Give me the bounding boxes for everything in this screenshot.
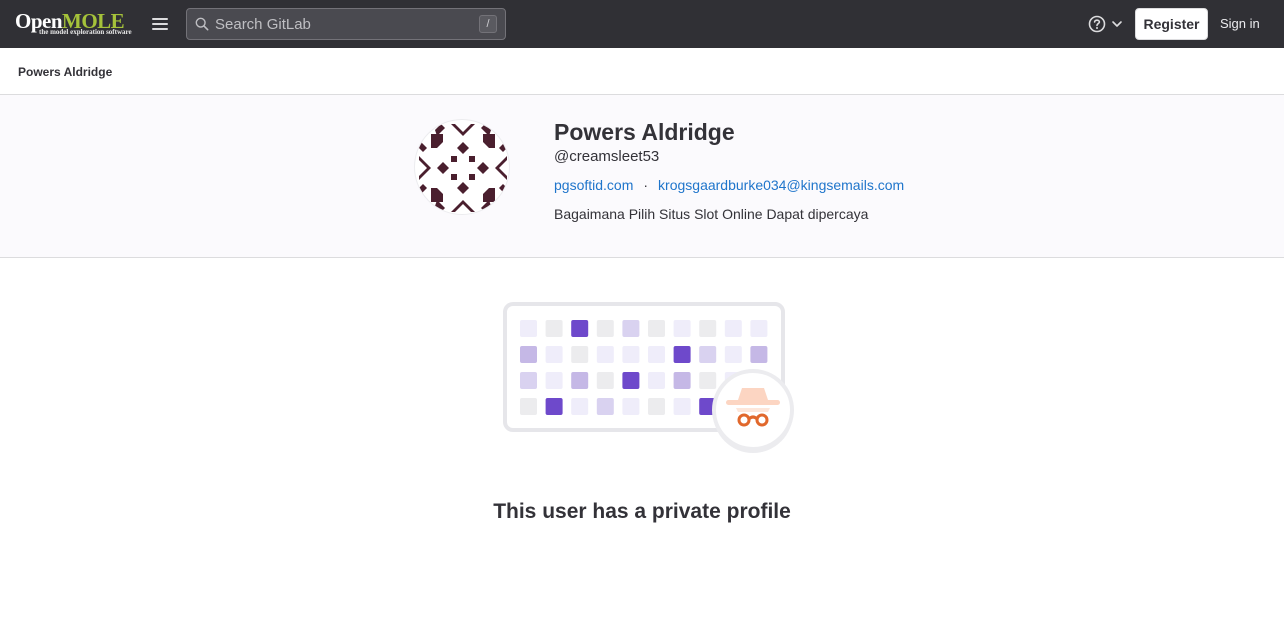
logo-tagline: the model exploration software [39, 28, 132, 36]
grid-cell [571, 346, 589, 363]
grid-cell [622, 320, 640, 337]
website-link[interactable]: pgsoftid.com [554, 177, 633, 193]
grid-cell [571, 372, 589, 389]
help-dropdown[interactable] [1087, 14, 1127, 34]
profile-header: Powers Aldridge @creamsleet53 pgsoftid.c… [0, 95, 1284, 258]
help-icon [1088, 15, 1122, 33]
search-box[interactable]: Search GitLab / [186, 8, 506, 40]
top-navbar: OpenMOLE the model exploration software … [0, 0, 1284, 48]
grid-cell [673, 372, 691, 389]
grid-cell [673, 398, 691, 415]
profile-username: @creamsleet53 [554, 148, 660, 165]
grid-cell [699, 320, 717, 337]
grid-cell [673, 346, 691, 363]
avatar [414, 119, 510, 215]
link-separator: · [643, 177, 649, 193]
openmole-logo[interactable]: OpenMOLE the model exploration software [15, 9, 132, 37]
profile-name: Powers Aldridge [554, 119, 735, 145]
grid-cell [648, 398, 665, 415]
grid-cell [673, 320, 691, 337]
grid-cell [571, 320, 589, 337]
grid-cell [545, 372, 563, 389]
grid-cell [750, 320, 768, 337]
grid-cell [622, 398, 640, 415]
grid-cell [545, 320, 563, 337]
grid-cell [596, 398, 614, 415]
grid-cell [596, 320, 614, 337]
profile-bio: Bagaimana Pilih Situs Slot Online Dapat … [554, 206, 869, 222]
register-button[interactable]: Register [1135, 8, 1208, 40]
grid-cell [520, 398, 537, 415]
breadcrumb[interactable]: Powers Aldridge [18, 65, 112, 79]
grid-cell [622, 372, 640, 389]
search-input[interactable]: Search GitLab [215, 16, 311, 33]
grid-cell [571, 398, 589, 415]
email-link[interactable]: krogsgaardburke034@kingsemails.com [658, 177, 904, 193]
grid-cell [648, 372, 665, 389]
grid-cell [622, 346, 640, 363]
grid-cell [648, 346, 665, 363]
grid-cell [545, 398, 563, 415]
breadcrumb-bar: Powers Aldridge [0, 48, 1284, 95]
hamburger-menu-icon[interactable] [146, 10, 174, 38]
grid-cell [724, 346, 742, 363]
grid-cell [699, 346, 717, 363]
grid-cell [648, 320, 665, 337]
private-profile-illustration [500, 298, 800, 460]
search-shortcut-hint: / [479, 15, 497, 33]
grid-cell [545, 346, 563, 363]
grid-cell [596, 346, 614, 363]
signin-link[interactable]: Sign in [1220, 16, 1260, 31]
search-icon [195, 17, 209, 31]
grid-cell [520, 372, 537, 389]
grid-cell [596, 372, 614, 389]
grid-cell [750, 346, 768, 363]
grid-cell [520, 346, 537, 363]
grid-cell [724, 320, 742, 337]
private-profile-title: This user has a private profile [493, 500, 791, 523]
grid-cell [699, 372, 717, 389]
contribution-grid-illustration [503, 302, 794, 453]
identicon-avatar [419, 124, 507, 212]
grid-cell [520, 320, 537, 337]
profile-links: pgsoftid.com · krogsgaardburke034@kingsema… [554, 177, 904, 193]
